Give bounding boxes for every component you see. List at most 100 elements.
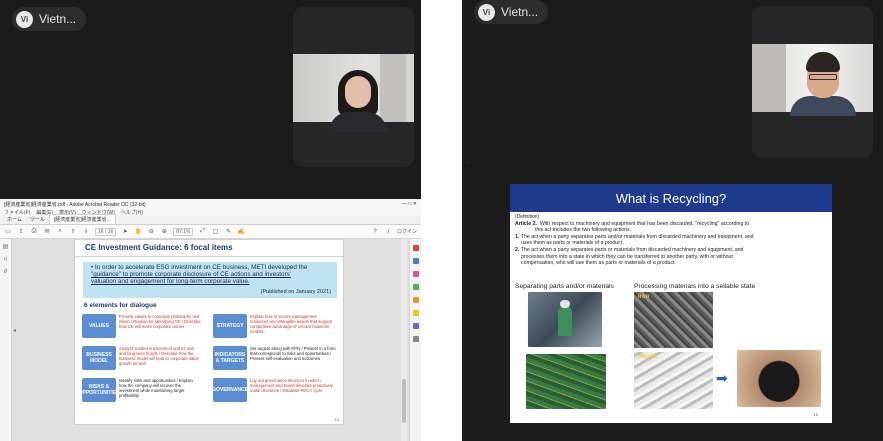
participant-video-feed-right (752, 44, 873, 116)
pages-icon[interactable]: ▤ (3, 243, 9, 250)
participant-avatar-right: Vi (478, 3, 495, 21)
label-plastic: Plastic (638, 354, 658, 360)
mail-icon[interactable]: ✉ (43, 228, 51, 236)
tab-home[interactable]: ホーム (3, 215, 26, 224)
print-icon[interactable]: ⎙ (30, 228, 38, 236)
slide-title: CE Investment Guidance: 6 focal items (75, 240, 343, 257)
upload-icon[interactable]: ⇪ (17, 228, 25, 236)
zoom-field[interactable]: 87.1% (173, 227, 194, 236)
element-text-indicators: Set targets along with KPIs / Present in… (250, 346, 336, 361)
article-text-2: this act includes the two following acti… (535, 227, 632, 234)
organize-icon[interactable] (412, 297, 419, 303)
comment-tool-icon[interactable] (412, 310, 419, 316)
save-icon[interactable]: ▭ (4, 228, 12, 236)
sign-icon[interactable]: ✍ (237, 228, 245, 236)
item-1-text: The act when a party separates parts and… (520, 233, 754, 240)
window-controls[interactable]: — □ ✕ (402, 201, 417, 207)
element-box-indicators: INDICATORS & TARGETS (213, 346, 247, 370)
published-date: (Published on January 2021) (260, 289, 331, 295)
photo-iron-scrap: Iron (634, 292, 713, 348)
highlight-icon[interactable]: ✎ (224, 228, 232, 236)
expand-pane-icon[interactable]: ◂ (13, 327, 16, 334)
acrobat-window: [経済産業省]経済産業省.pdf - Adobe Acrobat Reader … (0, 199, 421, 441)
banner-link-1: "guidance" to promote corporate disclosu… (91, 271, 291, 278)
element-box-risks: RISKS & OPPORTUNITIES (79, 378, 119, 402)
create-pdf-icon[interactable] (412, 245, 419, 251)
right-screen-share: Vi Vietn... What is Recycling? (Definiti… (462, 0, 883, 441)
participant-video-tile[interactable] (293, 7, 414, 167)
arrow-right-icon: ➡ (716, 370, 728, 386)
element-text-governance: Lay out governance structure in which ma… (250, 378, 333, 393)
item-2-text-2: processes them into a state in which the… (521, 253, 733, 260)
page-down-icon[interactable]: ⇩ (82, 228, 90, 236)
element-box-values: VALUES (82, 314, 116, 338)
article-label: Article 2. (515, 220, 537, 227)
search-icon[interactable]: ⌕ (56, 228, 64, 236)
acrobat-document-area: ▤ ⌑ ∂ ◂ CE Investment Guidance: 6 focal … (0, 239, 421, 441)
item-1-text-2: uses them as parts or materials of a pro… (521, 240, 624, 247)
comment-icon[interactable]: ▢ (211, 228, 219, 236)
element-text-strategy: Explain how to secure management resourc… (250, 314, 333, 334)
edit-pdf-icon[interactable] (412, 271, 419, 277)
participant-name-tag[interactable]: Vi Vietn... (12, 7, 87, 31)
menu-help[interactable]: ヘルプ(H) (121, 209, 143, 216)
acrobat-window-title: [経済産業省]経済産業省.pdf - Adobe Acrobat Reader … (4, 201, 146, 208)
login-link[interactable]: ログイン (397, 228, 417, 235)
banner-link-2: valuation and engagement for long-term c… (91, 278, 250, 285)
acrobat-toolbar: ▭ ⇪ ⎙ ✉ ⌕ ⇧ ⇩ 16 / 16 ➤ ✋ ⊖ ⊕ 87.1% ⤢ ▢ … (0, 225, 421, 239)
help-icon[interactable]: ? (371, 228, 379, 236)
banner-text: In order to accelerate ESG investment on… (94, 264, 308, 271)
slide-banner: • In order to accelerate ESG investment … (83, 262, 337, 298)
article-text: With respect to machinery and equipment … (539, 220, 750, 227)
acrobat-titlebar: [経済産業省]経済産業省.pdf - Adobe Acrobat Reader … (0, 199, 421, 209)
photo-worker-dismantling (528, 292, 602, 347)
participant-name-tag-right[interactable]: Vi Vietn... (474, 0, 549, 24)
fill-sign-icon[interactable] (412, 323, 419, 329)
zoom-out-icon[interactable]: ⊖ (147, 228, 155, 236)
item-2-text-3: compensation, who will use them as parts… (521, 260, 676, 267)
recycling-slide: What is Recycling? (Definition) Article … (510, 184, 832, 423)
fit-page-icon[interactable]: ⤢ (198, 228, 206, 236)
photo-plastic-pellets (737, 350, 821, 407)
participant-video-tile-right[interactable] (752, 6, 873, 158)
scroll-thumb[interactable] (402, 379, 406, 423)
right-tools-pane (409, 239, 421, 441)
recycling-slide-title: What is Recycling? (510, 184, 832, 212)
more-tools-icon[interactable] (412, 336, 419, 342)
tab-tools[interactable]: ツール (26, 215, 49, 224)
bookmark-icon[interactable]: ⌑ (4, 256, 7, 263)
participant-avatar: Vi (16, 10, 33, 28)
participant-name-right: Vietn... (501, 5, 539, 19)
pdf-page: CE Investment Guidance: 6 focal items • … (74, 239, 344, 425)
hand-icon[interactable]: ✋ (134, 228, 142, 236)
heading-separating: Separating parts and/or materials (515, 283, 614, 290)
bell-icon[interactable]: ♪ (384, 228, 392, 236)
participant-video-feed (293, 54, 414, 132)
element-text-business-model: Analyze market environment and its mid- … (119, 346, 199, 366)
vertical-scrollbar[interactable] (401, 239, 407, 441)
item-2-text: The act when a party separates parts or … (520, 246, 744, 253)
item-2-number: 2. (515, 246, 520, 253)
zoom-in-icon[interactable]: ⊕ (160, 228, 168, 236)
element-box-business-model: BUSINESS MODEL (82, 346, 116, 370)
page-up-icon[interactable]: ⇧ (69, 228, 77, 236)
screen-divider (421, 0, 462, 441)
label-iron: Iron (638, 294, 650, 300)
element-box-strategy: STRATEGY (213, 314, 247, 338)
page-number-field[interactable]: 16 / 16 (95, 227, 117, 236)
heading-processing: Processing materials into a sellable sta… (634, 283, 756, 290)
slide-page-number: 12 (813, 412, 818, 417)
mouse-cursor-icon: ⌐ (466, 160, 470, 166)
tab-document[interactable]: [経済産業省]経済産業省... (48, 214, 116, 224)
export-pdf-icon[interactable] (412, 284, 419, 290)
select-icon[interactable]: ➤ (121, 228, 129, 236)
item-1-number: 1. (515, 233, 520, 240)
recycling-definition: (Definition) Article 2. With respect to … (510, 212, 832, 269)
element-box-governance: GOVERNANCE (212, 378, 248, 402)
participant-name: Vietn... (39, 12, 77, 26)
page-number: 12 (334, 417, 339, 422)
combine-icon[interactable] (412, 258, 419, 264)
left-navigation-pane: ▤ ⌑ ∂ (0, 239, 12, 441)
slide-subtitle: 6 elements for dialogue (84, 302, 157, 309)
attachment-icon[interactable]: ∂ (4, 269, 7, 275)
